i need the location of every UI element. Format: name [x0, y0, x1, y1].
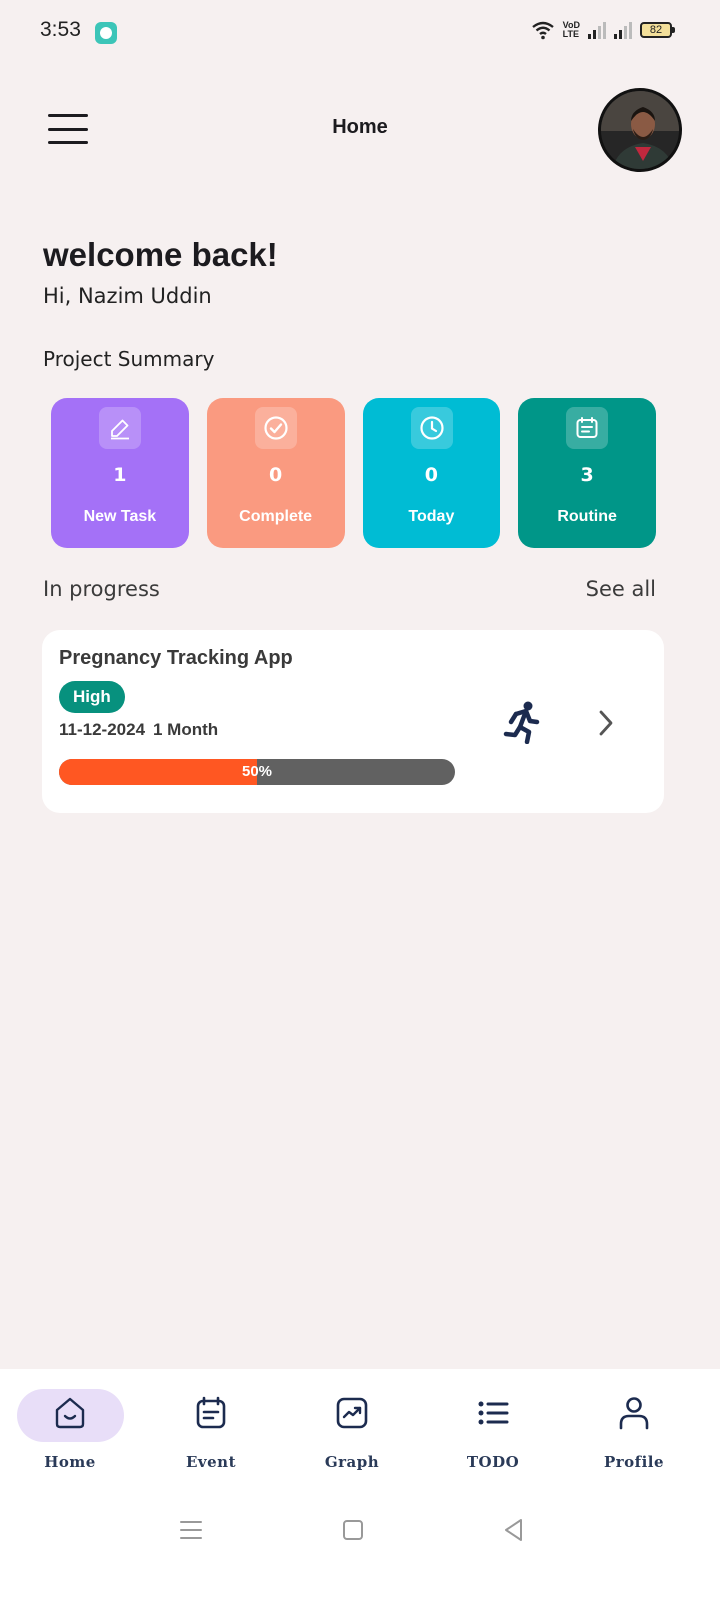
status-bar: 3:53 VoD LTE 82	[0, 0, 720, 64]
project-summary-title: Project Summary	[43, 347, 215, 371]
nav-item-graph[interactable]: Graph	[292, 1389, 412, 1479]
new-task-count: 1	[113, 464, 127, 486]
new-task-card[interactable]: 1 New Task	[51, 398, 189, 548]
nav-item-profile[interactable]: Profile	[574, 1389, 694, 1479]
summary-cards: 1 New Task 0 Complete 0 Today 3 Routine	[51, 398, 656, 548]
priority-badge: High	[59, 681, 125, 713]
status-time: 3:53	[40, 18, 81, 41]
nav-label-home: Home	[44, 1453, 96, 1471]
list-icon	[478, 1401, 509, 1425]
nav-item-event[interactable]: Event	[151, 1389, 271, 1479]
nav-label-profile: Profile	[603, 1453, 665, 1471]
nav-label-event: Event	[185, 1453, 237, 1471]
routine-card[interactable]: 3 Routine	[518, 398, 656, 548]
signal-icon-2	[614, 21, 632, 39]
graph-icon	[336, 1397, 368, 1429]
today-label: Today	[408, 508, 455, 525]
project-name: Pregnancy Tracking App	[59, 647, 293, 669]
wifi-icon	[531, 21, 554, 40]
status-icons: VoD LTE 82	[531, 20, 675, 40]
progress-bar: 50%	[59, 759, 455, 785]
chevron-right-icon[interactable]	[594, 708, 618, 738]
routine-count: 3	[580, 464, 594, 486]
signal-icon	[588, 21, 606, 39]
complete-label: Complete	[239, 508, 313, 525]
complete-card[interactable]: 0 Complete	[206, 398, 345, 548]
avatar-photo	[601, 91, 679, 169]
welcome-heading: welcome back!	[43, 236, 278, 273]
bottom-navigation: Home Event Graph TODO Profile	[0, 1369, 720, 1600]
nav-item-home[interactable]: Home	[10, 1389, 130, 1479]
user-greeting: Hi, Nazim Uddin	[43, 284, 212, 308]
nav-label-todo: TODO	[466, 1453, 520, 1471]
today-card[interactable]: 0 Today	[362, 398, 501, 548]
home-icon	[55, 1397, 85, 1429]
avatar[interactable]	[598, 88, 682, 172]
calendar-icon	[566, 407, 609, 449]
project-duration: 1 Month	[153, 720, 219, 739]
in-progress-title: In progress	[43, 577, 160, 601]
see-all-link[interactable]: See all	[586, 577, 656, 601]
new-task-label: New Task	[83, 508, 157, 525]
nav-label-graph: Graph	[324, 1453, 380, 1471]
recents-icon[interactable]	[177, 1516, 205, 1544]
battery-icon: 82	[640, 22, 675, 38]
project-date: 11-12-2024	[59, 720, 146, 739]
lte-label: LTE	[562, 29, 579, 39]
system-navigation	[0, 1500, 720, 1560]
home-system-icon[interactable]	[339, 1516, 367, 1544]
profile-icon	[619, 1397, 649, 1430]
nav-item-todo[interactable]: TODO	[433, 1389, 553, 1479]
back-icon[interactable]	[500, 1516, 528, 1544]
check-circle-icon	[254, 407, 297, 449]
pencil-icon	[99, 407, 141, 449]
progress-label: 50%	[241, 763, 273, 780]
event-icon	[196, 1396, 226, 1429]
today-count: 0	[424, 464, 438, 486]
running-person-icon	[503, 701, 540, 744]
notification-app-icon	[95, 22, 117, 44]
volte-indicator: VoD LTE	[563, 21, 580, 39]
clock-icon	[410, 407, 453, 449]
routine-label: Routine	[557, 508, 617, 525]
project-card[interactable]: Pregnancy Tracking App High 11-12-2024 1…	[42, 630, 664, 813]
complete-count: 0	[269, 464, 283, 486]
